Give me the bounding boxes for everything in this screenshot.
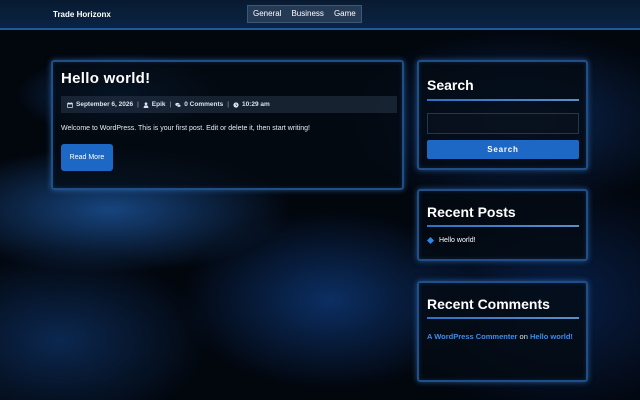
recent-comments-title: Recent Comments xyxy=(427,296,550,312)
post-excerpt: Welcome to WordPress. This is your first… xyxy=(61,125,310,132)
user-icon xyxy=(143,101,149,108)
comment-post-link[interactable]: Hello world! xyxy=(530,332,573,341)
recent-post-link[interactable]: Hello world! xyxy=(439,237,476,244)
nav-item-general[interactable]: General xyxy=(248,6,286,22)
recent-posts-title: Recent Posts xyxy=(427,204,516,220)
post-time: 10:29 am xyxy=(241,101,270,108)
recent-comments-widget: Recent Comments A WordPress Commenter on… xyxy=(417,281,588,382)
calendar-icon xyxy=(67,101,73,108)
recent-post-item[interactable]: Hello world! xyxy=(426,236,476,245)
search-widget: Search Search xyxy=(417,60,588,170)
search-input[interactable] xyxy=(427,113,579,134)
nav-item-business[interactable]: Business xyxy=(286,6,328,22)
search-button[interactable]: Search xyxy=(427,140,579,159)
comment-author-link[interactable]: A WordPress Commenter xyxy=(427,332,517,341)
site-title[interactable]: Trade Horizonx xyxy=(53,10,111,19)
meta-separator: | xyxy=(227,101,229,108)
post-title[interactable]: Hello world! xyxy=(61,70,150,87)
main-nav: General Business Game xyxy=(247,5,362,23)
clock-icon xyxy=(233,101,239,108)
post-meta: September 6, 2026 | Epik | 0 Comments | … xyxy=(61,96,397,113)
widget-divider xyxy=(427,317,579,319)
post-author[interactable]: Epik xyxy=(152,101,166,108)
nav-item-game[interactable]: Game xyxy=(329,6,361,22)
search-widget-title: Search xyxy=(427,77,474,93)
widget-divider xyxy=(427,225,579,227)
meta-separator: | xyxy=(169,101,172,108)
read-more-button[interactable]: Read More xyxy=(61,144,113,171)
meta-separator: | xyxy=(137,101,139,108)
recent-posts-widget: Recent Posts Hello world! xyxy=(417,189,588,261)
post-date[interactable]: September 6, 2026 xyxy=(76,101,133,108)
post-card: Hello world! September 6, 2026 | Epik | xyxy=(51,60,404,190)
comments-icon xyxy=(175,102,182,107)
diamond-bullet-icon xyxy=(426,236,435,245)
post-comments[interactable]: 0 Comments xyxy=(184,101,223,108)
site-header: Trade Horizonx General Business Game xyxy=(0,0,640,30)
widget-divider xyxy=(427,99,579,101)
comment-on-text: on xyxy=(519,332,528,341)
recent-comment-item: A WordPress Commenter on Hello world! xyxy=(427,329,579,344)
